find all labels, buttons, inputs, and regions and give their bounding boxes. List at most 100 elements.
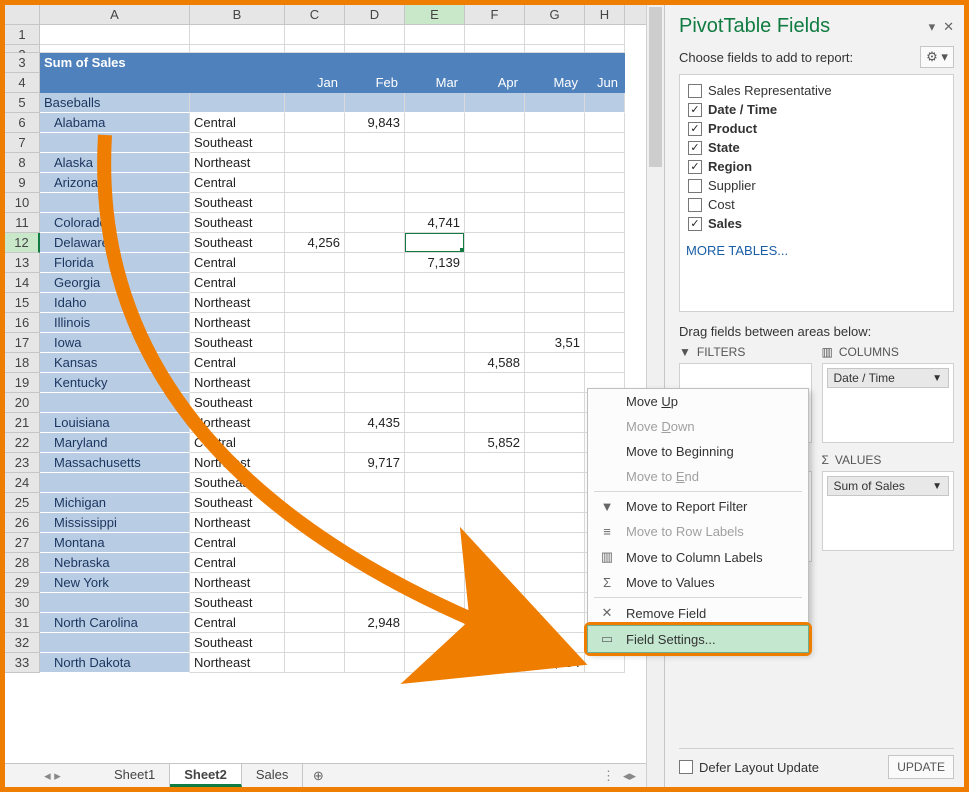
ctx-field-settings[interactable]: ▭Field Settings... — [587, 625, 809, 653]
scrollbar-thumb[interactable] — [649, 7, 662, 167]
data-cell[interactable] — [345, 593, 405, 613]
data-cell[interactable] — [285, 533, 345, 553]
data-cell[interactable] — [585, 233, 625, 253]
data-cell[interactable] — [405, 513, 465, 533]
col-header-F[interactable]: F — [465, 5, 525, 24]
region-value[interactable]: Southeast — [190, 233, 285, 253]
row-header[interactable]: 25 — [5, 493, 40, 513]
state-label[interactable] — [40, 133, 190, 153]
row-header[interactable]: 2 — [5, 45, 40, 53]
data-cell[interactable]: 4,741 — [405, 213, 465, 233]
data-cell[interactable] — [405, 473, 465, 493]
data-cell[interactable] — [585, 173, 625, 193]
checkbox-icon[interactable] — [688, 179, 702, 193]
data-cell[interactable] — [405, 333, 465, 353]
data-cell[interactable] — [405, 573, 465, 593]
cell[interactable] — [190, 73, 285, 93]
region-value[interactable]: Northeast — [190, 413, 285, 433]
group-baseballs[interactable]: Baseballs — [40, 93, 190, 113]
data-cell[interactable]: 4,354 — [525, 653, 585, 673]
cell[interactable] — [585, 53, 625, 73]
row-header[interactable]: 18 — [5, 353, 40, 373]
pane-close-icon[interactable]: ✕ — [943, 19, 954, 35]
data-cell[interactable] — [525, 433, 585, 453]
data-cell[interactable] — [285, 353, 345, 373]
field-sales-representative[interactable]: Sales Representative — [686, 81, 947, 100]
data-cell[interactable] — [525, 473, 585, 493]
data-cell[interactable] — [525, 613, 585, 633]
cell[interactable] — [525, 45, 585, 53]
data-cell[interactable] — [465, 653, 525, 673]
defer-checkbox[interactable] — [679, 760, 693, 774]
data-cell[interactable] — [465, 333, 525, 353]
checkbox-icon[interactable]: ✓ — [688, 122, 702, 136]
state-label[interactable]: Georgia — [40, 273, 190, 293]
data-cell[interactable] — [345, 493, 405, 513]
data-cell[interactable] — [405, 193, 465, 213]
region-value[interactable]: Central — [190, 273, 285, 293]
data-cell[interactable] — [465, 613, 525, 633]
checkbox-icon[interactable]: ✓ — [688, 103, 702, 117]
data-cell[interactable] — [525, 153, 585, 173]
data-cell[interactable] — [585, 133, 625, 153]
data-cell[interactable] — [465, 573, 525, 593]
data-cell[interactable] — [285, 273, 345, 293]
row-header[interactable]: 13 — [5, 253, 40, 273]
field-cost[interactable]: Cost — [686, 195, 947, 214]
row-header[interactable]: 15 — [5, 293, 40, 313]
state-label[interactable]: Iowa — [40, 333, 190, 353]
data-cell[interactable] — [465, 413, 525, 433]
data-cell[interactable] — [285, 573, 345, 593]
data-cell[interactable] — [405, 393, 465, 413]
data-cell[interactable] — [405, 293, 465, 313]
cell[interactable] — [40, 25, 190, 45]
data-cell[interactable] — [465, 373, 525, 393]
month-Jan[interactable]: Jan — [285, 73, 345, 93]
data-cell[interactable] — [465, 133, 525, 153]
data-cell[interactable] — [345, 393, 405, 413]
state-label[interactable]: Alaska — [40, 153, 190, 173]
data-cell[interactable] — [405, 173, 465, 193]
row-header[interactable]: 19 — [5, 373, 40, 393]
select-all-corner[interactable] — [5, 5, 40, 24]
ctx-to-values[interactable]: ΣMove to Values — [588, 570, 808, 595]
col-header-A[interactable]: A — [40, 5, 190, 24]
state-label[interactable]: Florida — [40, 253, 190, 273]
data-cell[interactable] — [345, 533, 405, 553]
region-value[interactable]: Central — [190, 253, 285, 273]
state-label[interactable]: Idaho — [40, 293, 190, 313]
cell[interactable] — [585, 45, 625, 53]
row-header[interactable]: 10 — [5, 193, 40, 213]
data-cell[interactable] — [465, 153, 525, 173]
row-header[interactable]: 29 — [5, 573, 40, 593]
cell[interactable] — [465, 93, 525, 113]
data-cell[interactable] — [345, 553, 405, 573]
field-list[interactable]: Sales Representative✓Date / Time✓Product… — [679, 74, 954, 312]
data-cell[interactable]: 3,51 — [525, 333, 585, 353]
data-cell[interactable] — [585, 653, 625, 673]
state-label[interactable] — [40, 633, 190, 653]
region-value[interactable]: Central — [190, 433, 285, 453]
data-cell[interactable] — [345, 573, 405, 593]
col-header-C[interactable]: C — [285, 5, 345, 24]
cell[interactable] — [190, 53, 285, 73]
data-cell[interactable] — [525, 453, 585, 473]
ctx-move-beginning[interactable]: Move to Beginning — [588, 439, 808, 464]
tabs-scroll-icon[interactable]: ◂▸ — [623, 768, 636, 784]
tab-sheet2[interactable]: Sheet2 — [170, 764, 242, 787]
state-label[interactable]: Delaware — [40, 233, 190, 253]
row-header[interactable]: 22 — [5, 433, 40, 453]
pane-dropdown-icon[interactable]: ▾ — [929, 19, 936, 35]
row-header[interactable]: 17 — [5, 333, 40, 353]
data-cell[interactable] — [585, 153, 625, 173]
data-cell[interactable] — [285, 653, 345, 673]
region-value[interactable]: Northeast — [190, 153, 285, 173]
data-cell[interactable] — [285, 213, 345, 233]
more-tables-link[interactable]: MORE TABLES... — [686, 243, 947, 258]
data-cell[interactable]: 2,948 — [345, 613, 405, 633]
row-header[interactable]: 26 — [5, 513, 40, 533]
row-header[interactable]: 32 — [5, 633, 40, 653]
cell[interactable] — [285, 25, 345, 45]
row-header[interactable]: 20 — [5, 393, 40, 413]
data-cell[interactable] — [345, 233, 405, 253]
